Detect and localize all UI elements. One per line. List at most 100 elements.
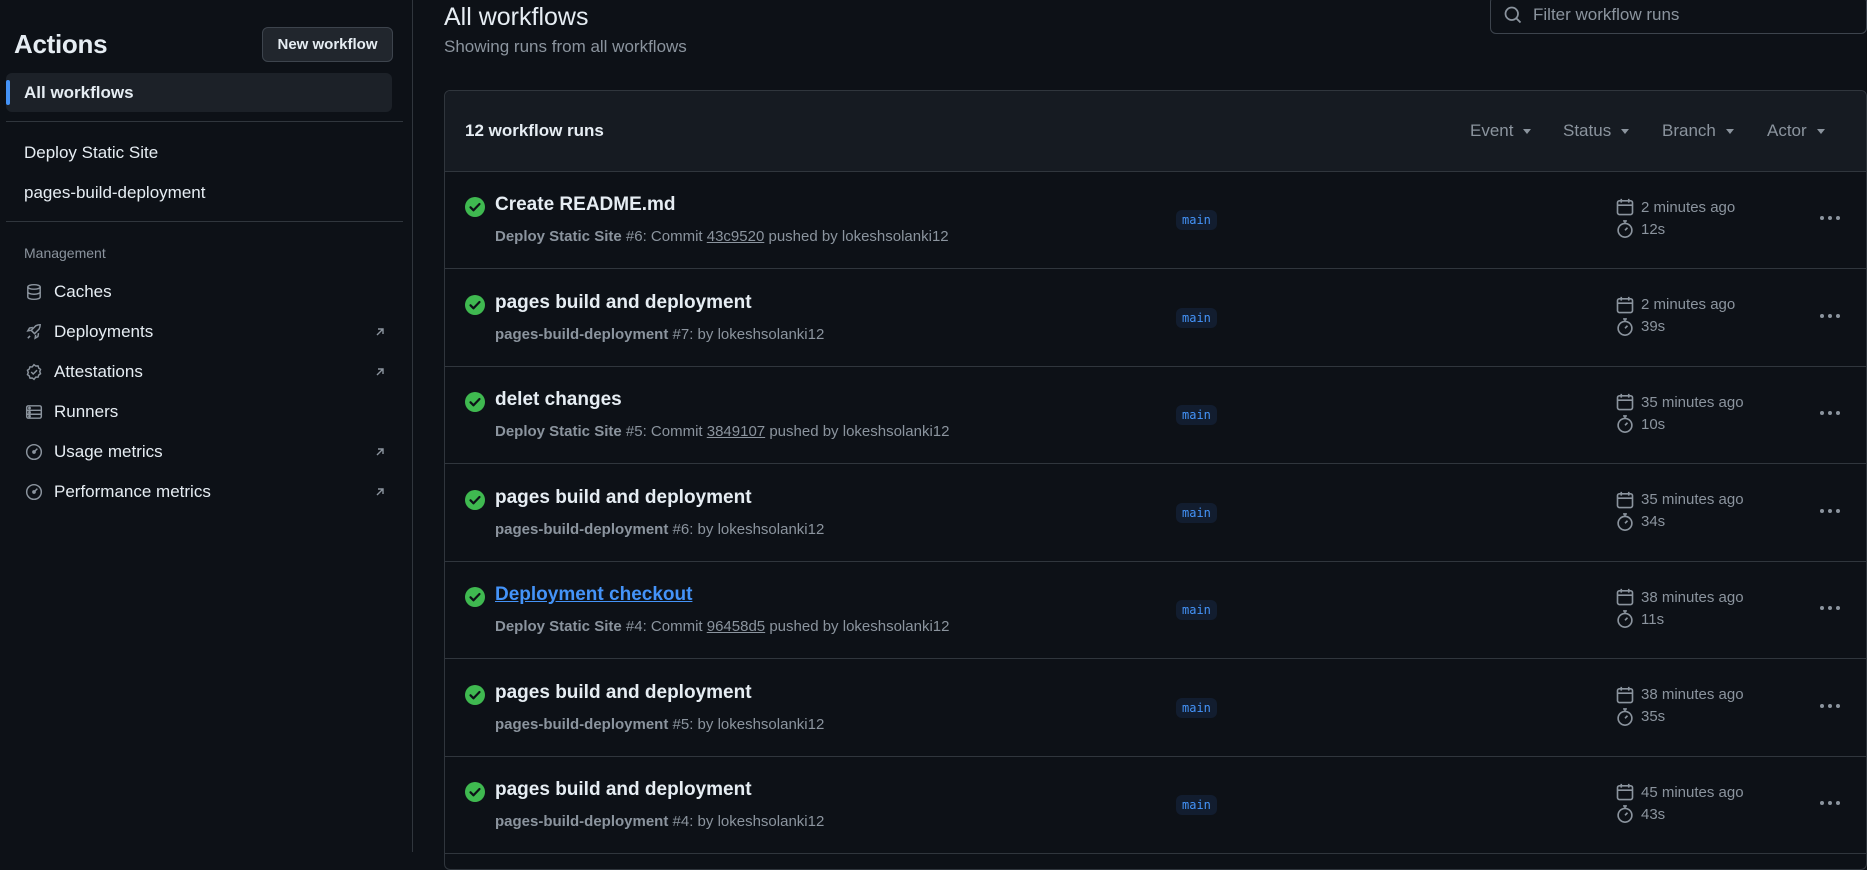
run-title-link[interactable]: pages build and deployment — [495, 292, 752, 314]
run-timing: 2 minutes ago 39s — [1615, 294, 1735, 338]
run-actor: lokeshsolanki12 — [717, 813, 825, 830]
run-options-kebab-icon[interactable] — [1815, 596, 1845, 620]
commit-sha-link[interactable]: 96458d5 — [707, 618, 765, 635]
run-time-ago: 35 minutes ago — [1641, 491, 1744, 508]
sidebar-item-usage-metrics[interactable]: Usage metrics — [22, 437, 388, 467]
stopwatch-icon — [1615, 219, 1635, 239]
workflow-run-row[interactable]: pages build and deployment pages-build-d… — [445, 465, 1866, 562]
caret-down-icon — [1621, 128, 1630, 134]
sidebar-item-label: Attestations — [54, 362, 143, 381]
run-meta: pages-build-deployment #5: by lokeshsola… — [495, 715, 825, 733]
run-title-link[interactable]: Deployment checkout — [495, 584, 692, 606]
stopwatch-icon — [1615, 512, 1635, 532]
by-text: by — [697, 520, 714, 538]
run-number: #6 — [672, 520, 690, 538]
run-duration: 39s — [1641, 318, 1666, 335]
success-check-icon — [465, 684, 485, 705]
run-timing: 2 minutes ago 12s — [1615, 196, 1735, 240]
run-timing: 45 minutes ago 43s — [1615, 781, 1744, 825]
run-options-kebab-icon[interactable] — [1815, 694, 1845, 718]
filter-workflow-runs[interactable] — [1490, 0, 1867, 34]
run-actor: lokeshsolanki12 — [717, 520, 825, 538]
stopwatch-icon — [1615, 317, 1635, 337]
run-options-kebab-icon[interactable] — [1815, 401, 1845, 425]
meter-icon — [22, 480, 46, 504]
workflow-run-row[interactable]: pages build and deployment pages-build-d… — [445, 270, 1866, 367]
run-timing: 35 minutes ago 10s — [1615, 391, 1744, 435]
run-title-link[interactable]: pages build and deployment — [495, 779, 752, 801]
server-icon — [22, 400, 46, 424]
external-link-icon — [372, 324, 388, 340]
dropdown-label: Event — [1470, 121, 1514, 140]
sidebar-item-deployments[interactable]: Deployments — [22, 317, 388, 347]
sidebar-item-pages-build-deployment[interactable]: pages-build-deployment — [24, 183, 205, 203]
run-options-kebab-icon[interactable] — [1815, 304, 1845, 328]
success-check-icon — [465, 489, 485, 510]
run-actor: lokeshsolanki12 — [842, 423, 950, 440]
branch-badge[interactable]: main — [1176, 307, 1217, 328]
workflow-run-row[interactable]: pages build and deployment pages-build-d… — [445, 660, 1866, 757]
calendar-icon — [1615, 587, 1635, 607]
run-meta: Deploy Static Site #4: Commit 96458d5 pu… — [495, 618, 950, 635]
sidebar-item-label: Usage metrics — [54, 442, 163, 461]
caret-down-icon — [1725, 128, 1734, 134]
branch-badge[interactable]: main — [1176, 405, 1217, 425]
run-workflow-name: Deploy Static Site — [495, 423, 622, 440]
run-number: #4 — [625, 618, 643, 635]
commit-sha-link[interactable]: 43c9520 — [707, 228, 765, 245]
run-options-kebab-icon[interactable] — [1815, 206, 1845, 230]
status-filter-dropdown[interactable]: Status — [1563, 121, 1630, 141]
sidebar-item-label: Deployments — [54, 322, 154, 341]
sidebar-item-deploy-static-site[interactable]: Deploy Static Site — [24, 143, 158, 163]
filter-input[interactable] — [1533, 5, 1866, 25]
dropdown-label: Actor — [1767, 121, 1807, 140]
sidebar-item-all-workflows[interactable]: All workflows — [6, 73, 392, 112]
run-workflow-name: pages-build-deployment — [495, 520, 669, 538]
success-check-icon — [465, 392, 485, 412]
event-filter-dropdown[interactable]: Event — [1470, 121, 1532, 141]
branch-badge[interactable]: main — [1176, 502, 1217, 523]
branch-filter-dropdown[interactable]: Branch — [1662, 121, 1734, 141]
sidebar-item-attestations[interactable]: Attestations — [22, 357, 388, 387]
page-title: All workflows — [444, 3, 589, 31]
pushed-by-text: pushed by — [768, 228, 838, 245]
success-check-icon — [465, 294, 485, 315]
commit-sha-link[interactable]: 3849107 — [707, 423, 765, 440]
branch-badge[interactable]: main — [1176, 210, 1217, 230]
run-timing: 35 minutes ago 34s — [1615, 489, 1744, 533]
branch-badge[interactable]: main — [1176, 600, 1217, 620]
run-options-kebab-icon[interactable] — [1815, 791, 1845, 815]
caret-down-icon — [1816, 128, 1825, 134]
commit-word: Commit — [650, 618, 703, 635]
sidebar-item-runners[interactable]: Runners — [22, 397, 388, 427]
branch-badge[interactable]: main — [1176, 795, 1217, 815]
workflow-run-row[interactable]: pages build and deployment pages-build-d… — [445, 757, 1866, 854]
run-actor: lokeshsolanki12 — [717, 325, 825, 343]
run-duration: 11s — [1641, 610, 1665, 628]
workflow-run-row[interactable]: Create README.md Deploy Static Site #6: … — [445, 172, 1866, 269]
branch-badge[interactable]: main — [1176, 697, 1217, 718]
run-title-link[interactable]: pages build and deployment — [495, 487, 752, 509]
success-check-icon — [465, 782, 485, 802]
sidebar-divider — [6, 121, 403, 122]
calendar-icon — [1615, 490, 1635, 510]
actor-filter-dropdown[interactable]: Actor — [1767, 121, 1825, 141]
calendar-icon — [1615, 295, 1635, 315]
run-actor: lokeshsolanki12 — [841, 228, 949, 245]
run-title-link[interactable]: Create README.md — [495, 194, 676, 216]
run-actor: lokeshsolanki12 — [717, 715, 825, 733]
workflow-runs-list: 12 workflow runs Event Status Branch Act… — [444, 90, 1867, 870]
run-options-kebab-icon[interactable] — [1815, 499, 1845, 523]
sidebar-item-caches[interactable]: Caches — [22, 277, 388, 307]
database-icon — [22, 280, 46, 304]
run-title-link[interactable]: pages build and deployment — [495, 682, 752, 704]
workflow-run-row[interactable]: delet changes Deploy Static Site #5: Com… — [445, 367, 1866, 464]
workflow-run-row[interactable]: Deployment checkout Deploy Static Site #… — [445, 562, 1866, 659]
run-title-link[interactable]: delet changes — [495, 389, 622, 411]
run-number: #7 — [672, 325, 690, 343]
external-link-icon — [372, 444, 388, 460]
pushed-by-text: pushed by — [769, 618, 839, 635]
sidebar-item-performance-metrics[interactable]: Performance metrics — [22, 477, 388, 507]
stopwatch-icon — [1615, 707, 1635, 727]
new-workflow-button[interactable]: New workflow — [262, 27, 393, 62]
